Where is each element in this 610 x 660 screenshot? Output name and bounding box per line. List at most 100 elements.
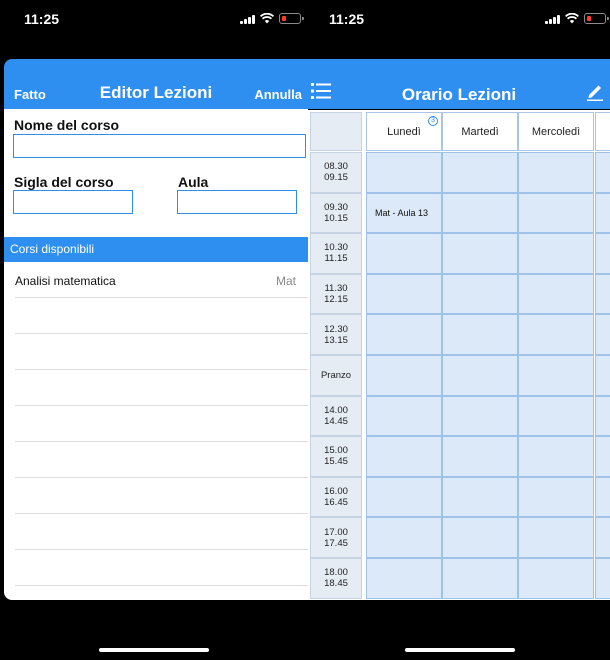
lesson-cell[interactable]	[595, 152, 610, 193]
grid-corner	[310, 112, 362, 151]
time-slot: Pranzo	[310, 355, 362, 396]
course-code-label: Sigla del corso	[14, 174, 114, 190]
lesson-cell[interactable]	[595, 355, 610, 396]
lesson-cell[interactable]	[518, 192, 594, 234]
editor-screen: 11:25 Fatto Editor Lezioni Annulla Nome …	[0, 0, 308, 660]
lesson-cell[interactable]	[442, 273, 518, 315]
time-slot: 14.00 14.45	[310, 395, 362, 437]
course-code-input[interactable]	[13, 190, 133, 214]
time-slot: 17.00 17.45	[310, 517, 362, 558]
day-header: Martedì	[442, 112, 518, 151]
day-header: Lunedì 3	[366, 112, 442, 151]
time-slot: 12.30 13.15	[310, 314, 362, 355]
time-slot: 16.00 16.45	[310, 476, 362, 518]
day-label: Mercoledì	[531, 126, 581, 138]
lesson-cell[interactable]	[366, 395, 442, 437]
lesson-label: Mat - Aula 13	[375, 207, 429, 218]
battery-icon	[279, 13, 304, 24]
lesson-cell[interactable]	[366, 436, 442, 477]
lesson-cell[interactable]	[595, 436, 610, 477]
lesson-cell[interactable]	[595, 517, 610, 558]
status-bar: 11:25	[0, 0, 308, 40]
list-item[interactable]	[15, 550, 308, 586]
lesson-cell[interactable]	[366, 233, 442, 274]
section-header: Corsi disponibili	[4, 237, 308, 262]
lesson-cell[interactable]	[518, 395, 594, 437]
course-name-label: Nome del corso	[14, 117, 120, 133]
day-label: Martedì	[461, 126, 499, 138]
lesson-cell[interactable]	[595, 192, 610, 234]
lesson-cell[interactable]	[518, 558, 594, 599]
list-item[interactable]	[15, 298, 308, 334]
lesson-cell[interactable]	[442, 152, 518, 193]
time-slot: 09.30 10.15	[310, 192, 362, 234]
lesson-cell[interactable]	[518, 355, 594, 396]
lesson-cell[interactable]	[595, 314, 610, 355]
lesson-cell[interactable]	[442, 476, 518, 518]
lesson-cell[interactable]	[518, 152, 594, 193]
lesson-cell[interactable]	[366, 558, 442, 599]
time-slot: 18.00 18.45	[310, 558, 362, 599]
timetable-grid: Lunedì 3 Martedì Mercoledì 08.30 09.15 09.30 …	[308, 110, 610, 600]
status-icons	[545, 13, 609, 24]
lesson-cell[interactable]	[442, 558, 518, 599]
lesson-cell[interactable]	[595, 395, 610, 437]
list-item[interactable]	[15, 406, 308, 442]
editor-form: Nome del corso Sigla del corso Aula Cors…	[4, 109, 308, 600]
list-item[interactable]: Analisi matematica Mat	[15, 262, 308, 298]
lesson-cell[interactable]	[442, 436, 518, 477]
list-item[interactable]	[15, 334, 308, 370]
course-list: Analisi matematica Mat	[4, 262, 308, 586]
course-code: Mat	[275, 274, 296, 288]
page-title: Orario Lezioni	[401, 85, 517, 104]
timetable-header: Orario Lezioni	[308, 59, 610, 109]
day-header	[595, 112, 610, 151]
list-item[interactable]	[15, 442, 308, 478]
lesson-cell[interactable]	[442, 314, 518, 355]
cancel-button[interactable]: Annulla	[254, 87, 302, 102]
signal-icon	[545, 14, 560, 24]
lesson-cell[interactable]	[518, 314, 594, 355]
pencil-icon[interactable]	[586, 81, 604, 101]
status-bar: 11:25	[308, 0, 610, 40]
course-name: Analisi matematica	[15, 274, 116, 288]
day-label: Lunedì	[387, 126, 421, 138]
lesson-cell[interactable]	[442, 355, 518, 396]
wifi-icon	[565, 13, 579, 24]
lesson-cell[interactable]	[518, 436, 594, 477]
room-input[interactable]	[177, 190, 297, 214]
time-slot: 15.00 15.45	[310, 436, 362, 477]
status-time: 11:25	[329, 11, 365, 27]
timetable-screen: 11:25 Orario Lezioni Lunedì 3 Martedì Merc	[308, 0, 610, 660]
lesson-cell[interactable]	[366, 152, 442, 193]
lesson-cell[interactable]	[595, 273, 610, 315]
lesson-cell[interactable]	[518, 233, 594, 274]
count-badge: 3	[428, 116, 438, 126]
lesson-cell[interactable]	[518, 273, 594, 315]
lesson-cell[interactable]	[518, 517, 594, 558]
list-item[interactable]	[15, 478, 308, 514]
lesson-cell[interactable]	[518, 476, 594, 518]
lesson-cell[interactable]	[366, 355, 442, 396]
lesson-cell[interactable]	[366, 273, 442, 315]
day-header: Mercoledì	[518, 112, 594, 151]
lesson-cell[interactable]	[595, 558, 610, 599]
lesson-cell[interactable]	[366, 314, 442, 355]
list-item[interactable]	[15, 514, 308, 550]
lesson-cell[interactable]	[442, 233, 518, 274]
editor-header: Fatto Editor Lezioni Annulla	[4, 59, 308, 109]
lesson-cell[interactable]: Mat - Aula 13	[366, 192, 442, 234]
lesson-cell[interactable]	[366, 476, 442, 518]
lesson-cell[interactable]	[442, 192, 518, 234]
status-icons	[240, 13, 304, 24]
lesson-cell[interactable]	[595, 476, 610, 518]
lesson-cell[interactable]	[442, 517, 518, 558]
list-item[interactable]	[15, 370, 308, 406]
wifi-icon	[260, 13, 274, 24]
course-name-input[interactable]	[13, 134, 306, 158]
lesson-cell[interactable]	[442, 395, 518, 437]
home-indicator[interactable]	[405, 648, 515, 652]
lesson-cell[interactable]	[366, 517, 442, 558]
lesson-cell[interactable]	[595, 233, 610, 274]
home-indicator[interactable]	[99, 648, 209, 652]
